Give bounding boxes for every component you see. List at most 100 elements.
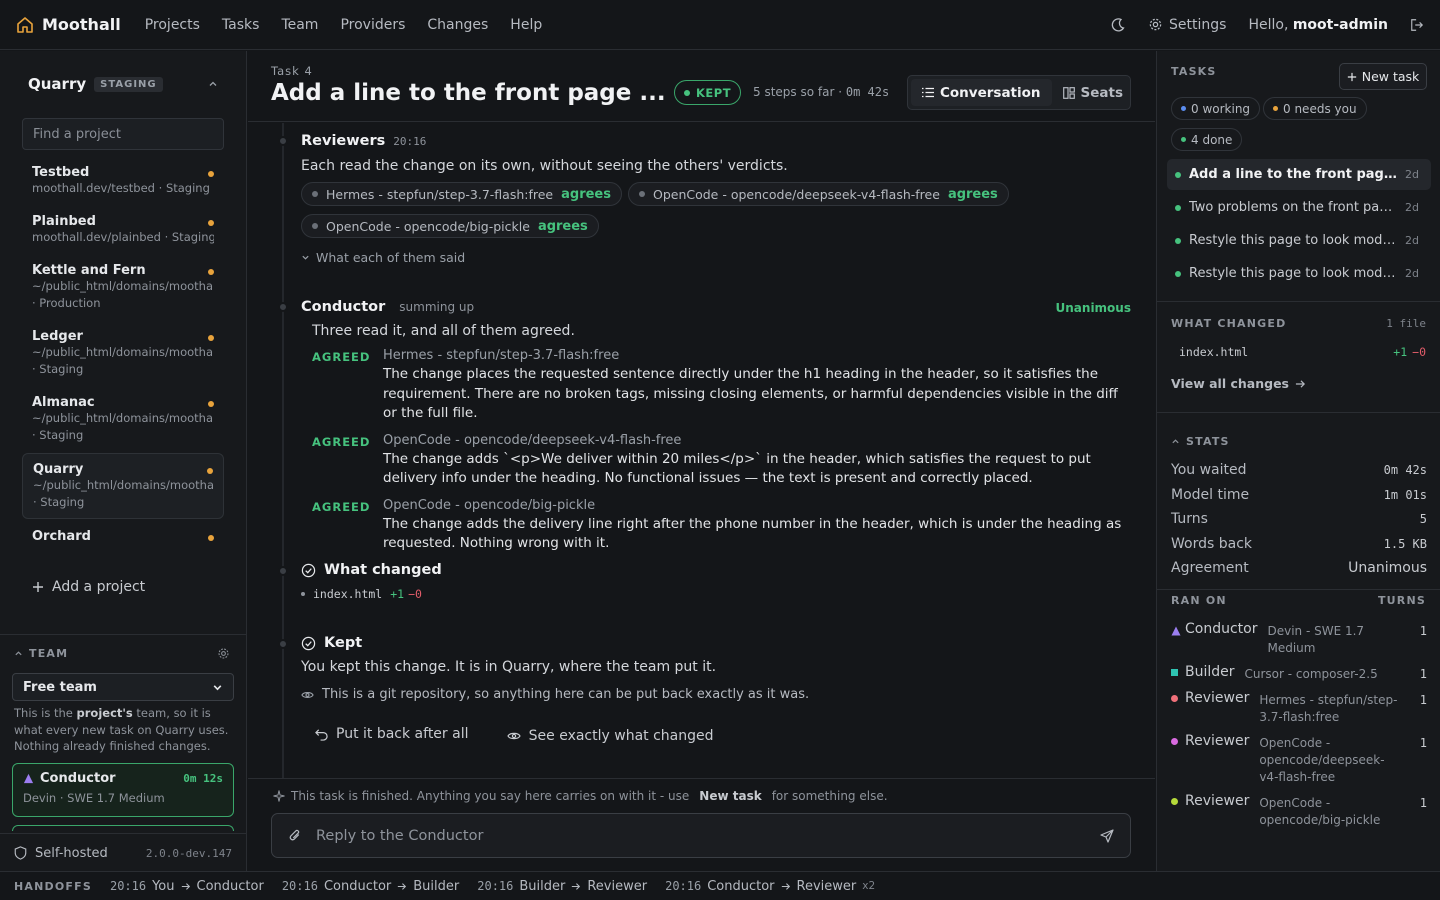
tab-seats[interactable]: Seats [1052,79,1134,106]
ran-on-turns: 1 [1419,667,1427,681]
task-status-dot [1175,237,1181,244]
gear-icon [1148,17,1163,32]
task-row[interactable]: Restyle this page to look moder... 2d [1167,258,1431,289]
ran-on-list: Conductor Devin - SWE 1.7 Medium 1 Build… [1171,621,1427,836]
project-name: Quarry [33,462,84,477]
tab-conversation[interactable]: Conversation [911,79,1052,106]
project-item-almanac[interactable]: Almanac ~/public_html/domains/moothall.d… [22,387,224,451]
reviewer-verdict: agrees [537,218,588,234]
find-project-input[interactable] [22,118,224,150]
stat-label: Agreement [1171,560,1249,577]
chip-dot [1273,106,1278,111]
stats-label: STATS [1186,435,1230,448]
project-item-plainbed[interactable]: Plainbed moothall.dev/plainbed · Staging [22,206,224,253]
chip-dot [1181,137,1186,142]
stat-row: Agreement Unanimous [1171,556,1427,581]
filter-done[interactable]: 4 done [1171,128,1243,151]
revert-button[interactable]: Put it back after all [315,726,469,742]
project-item-kettle-and-fern[interactable]: Kettle and Fern ~/public_html/domains/mo… [22,255,224,319]
nav-tasks[interactable]: Tasks [222,17,260,33]
status-badge: KEPT [674,80,742,105]
verdict-item: AGREED OpenCode - opencode/deepseek-v4-f… [312,433,1131,489]
finished-note-2: for something else. [771,789,888,803]
handoff-from: Builder [519,878,566,894]
reviewer-pill[interactable]: Hermes - stepfun/step-3.7-flash:free agre… [301,182,622,206]
stats-header[interactable]: STATS [1171,435,1230,448]
ran-on-row: Builder Cursor - composer-2.5 1 [1171,664,1427,683]
changed-file-row[interactable]: index.html +1 −0 [1179,345,1426,359]
logout-icon[interactable] [1410,18,1424,32]
task-row[interactable]: Restyle this page to look moder... 2d [1167,225,1431,256]
nav-team[interactable]: Team [281,17,318,33]
project-list: Testbed moothall.dev/testbed · Staging P… [22,157,232,569]
chevron-up-icon[interactable] [208,79,218,89]
shield-icon [14,846,27,860]
view-all-changes-link[interactable]: View all changes [1171,376,1306,391]
status-dot [208,401,214,407]
filter-working[interactable]: 0 working [1171,97,1261,120]
moon-icon[interactable] [1110,17,1126,33]
changed-file-adds: +1 [390,587,405,601]
task-row-title: Two problems on the front page... [1189,200,1399,215]
stat-label: Words back [1171,535,1252,552]
arrow-right-icon [571,882,581,891]
filter-needs-you[interactable]: 0 needs you [1263,97,1367,120]
nav-projects[interactable]: Projects [145,17,200,33]
handoff-to: Builder [413,878,460,894]
project-item-orchard[interactable]: Orchard [22,521,224,551]
see-diff-button[interactable]: See exactly what changed [506,728,714,744]
check-circle-icon [301,636,316,651]
next-seat-card[interactable] [12,825,234,831]
conductor-summary: Three read it, and all of them agreed. [312,323,575,339]
team-desc-bold: project's [76,706,133,720]
reviewer-model: OpenCode - opencode/big-pickle [326,218,530,234]
project-item-ledger[interactable]: Ledger ~/public_html/domains/moothall.de… [22,321,224,385]
gear-icon[interactable] [217,647,230,660]
reviewer-pills: Hermes - stepfun/step-3.7-flash:free agre… [301,174,1021,238]
what-changed-title: What changed [324,562,442,578]
new-task-button[interactable]: New task [1339,63,1427,90]
conductor-seat-time: 0m 12s [183,772,223,785]
add-project-button[interactable]: Add a project [32,579,145,595]
nav-help[interactable]: Help [510,17,542,33]
task-steps: 5 steps so far · 0m 42s [753,85,889,99]
brand[interactable]: Moothall [16,15,121,34]
settings-link[interactable]: Settings [1148,17,1226,33]
username: moot-admin [1292,16,1388,33]
task-row[interactable]: Add a line to the front page... 2d [1167,159,1431,190]
team-select-value: Free team [23,679,97,695]
handoffs-label: HANDOFFS [14,879,92,893]
reply-input[interactable] [316,827,1086,844]
ran-on-row: Reviewer OpenCode - opencode/big-pickle … [1171,793,1427,829]
status-dot [208,220,214,226]
project-title: Quarry [28,75,87,93]
what-changed-title-row: What changed [301,562,1131,578]
task-row[interactable]: Two problems on the front page... 2d [1167,192,1431,223]
status-label: KEPT [696,85,732,100]
what-each-said-label: What each of them said [316,250,466,265]
plus-icon [32,581,44,593]
nav-providers[interactable]: Providers [340,17,405,33]
reviewer-pill[interactable]: OpenCode - opencode/big-pickle agrees [301,214,599,238]
reviewer-pill[interactable]: OpenCode - opencode/deepseek-v4-flash-fr… [627,182,1009,206]
project-item-testbed[interactable]: Testbed moothall.dev/testbed · Staging [22,157,224,204]
project-env: · Staging [32,428,84,442]
project-item-quarry[interactable]: Quarry ~/public_html/domains/moothall.de… [22,453,224,519]
conductor-seat-card[interactable]: Conductor 0m 12s Devin · SWE 1.7 Medium [12,763,234,817]
chevron-up-icon[interactable] [14,649,23,658]
ran-on-turns: 1 [1419,796,1427,810]
handoff-time: 20:16 [109,879,147,893]
team-select[interactable]: Free team [12,673,234,701]
brand-name: Moothall [42,15,121,34]
send-icon[interactable] [1100,828,1114,843]
nav-changes[interactable]: Changes [427,17,488,33]
changed-file-row[interactable]: index.html +1 −0 [301,587,1131,601]
paperclip-icon[interactable] [288,828,302,843]
what-each-said-toggle[interactable]: What each of them said [301,250,1131,265]
stat-value: 1.5 KB [1383,536,1427,551]
project-path: moothall.dev/plainbed · Staging [32,230,214,244]
ran-on-role: Reviewer [1185,793,1250,809]
finished-note: This task is finished. Anything you say … [273,789,888,803]
add-project-label: Add a project [52,579,146,595]
ran-on-turns: 1 [1419,736,1427,750]
